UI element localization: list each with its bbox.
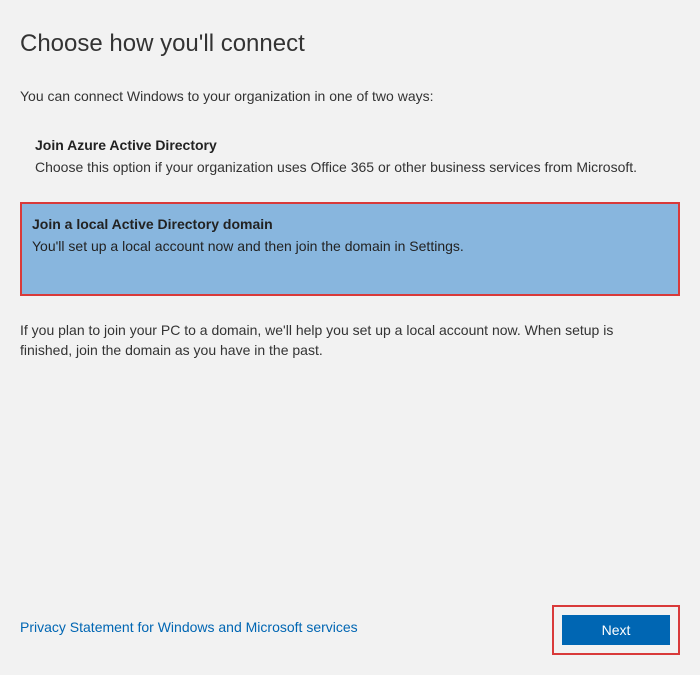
next-button[interactable]: Next bbox=[562, 615, 670, 645]
page-title: Choose how you'll connect bbox=[20, 30, 680, 58]
privacy-link[interactable]: Privacy Statement for Windows and Micros… bbox=[20, 619, 358, 635]
intro-text: You can connect Windows to your organiza… bbox=[20, 88, 680, 104]
domain-info-text: If you plan to join your PC to a domain,… bbox=[20, 321, 680, 360]
option-desc: Choose this option if your organization … bbox=[35, 159, 670, 175]
next-button-highlight: Next bbox=[552, 605, 680, 655]
footer: Privacy Statement for Windows and Micros… bbox=[20, 619, 680, 655]
option-azure-ad[interactable]: Join Azure Active Directory Choose this … bbox=[25, 129, 680, 187]
option-local-ad-domain[interactable]: Join a local Active Directory domain You… bbox=[20, 202, 680, 296]
option-title: Join a local Active Directory domain bbox=[32, 216, 668, 232]
option-desc: You'll set up a local account now and th… bbox=[32, 238, 668, 254]
option-title: Join Azure Active Directory bbox=[35, 137, 670, 153]
